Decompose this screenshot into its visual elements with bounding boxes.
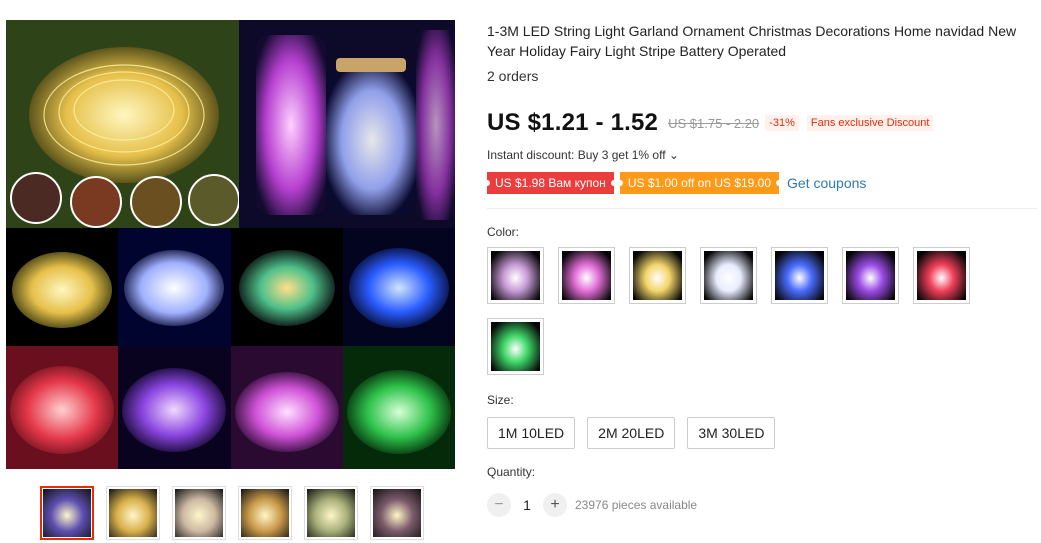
color-swatch-purple[interactable] [842,247,899,304]
thumbnail-image [373,489,421,537]
thumbnail-image [43,489,91,537]
swatch-image [562,251,611,300]
price-row: US $1.21 - 1.52 US $1.75 - 2.20 -31% Fan… [487,108,1037,138]
quantity-input[interactable]: 1 [511,497,543,513]
thumbnail-image [241,489,289,537]
size-options: 1M 10LED 2M 20LED 3M 30LED [487,417,1037,449]
thumbnail-image [175,489,223,537]
fans-discount-badge: Fans exclusive Discount [806,115,934,131]
thumbnail-strip [40,486,424,540]
coupon-row: US $1.98 Вам купон US $1.00 off on US $1… [484,172,1037,194]
quantity-decrease-button[interactable]: − [487,493,511,517]
thumb-jars[interactable] [238,486,292,540]
swatch-image [917,251,966,300]
size-option-1m[interactable]: 1M 10LED [487,417,576,449]
get-coupons-link[interactable]: Get coupons [787,175,866,191]
divider [487,208,1037,209]
size-label: Size: [487,393,514,407]
thumb-collage[interactable] [370,486,424,540]
product-info: 1-3M LED String Light Garland Ornament C… [484,20,1037,517]
product-photo-collage [6,20,455,469]
swatch-image [775,251,824,300]
color-swatch-white[interactable] [700,247,757,304]
product-main-image[interactable] [6,20,455,469]
thumbnail-image [109,489,157,537]
stock-available: 23976 pieces available [575,498,698,512]
thumb-warm-coil[interactable] [106,486,160,540]
instant-discount[interactable]: Instant discount: Buy 3 get 1% off ⌄ [487,147,1037,163]
swatch-image [704,251,753,300]
swatch-image [633,251,682,300]
chevron-down-icon: ⌄ [668,148,679,162]
current-price: US $1.21 - 1.52 [487,109,659,136]
swatch-image [846,251,895,300]
thumbnail-image [307,489,355,537]
color-swatch-red[interactable] [913,247,970,304]
coupon-store[interactable]: US $1.00 off on US $19.00 [616,172,783,194]
thumb-multicolor-grid[interactable] [40,486,94,540]
color-swatch-multicolor[interactable] [487,247,544,304]
discount-badge: -31% [765,115,799,131]
color-swatch-green[interactable] [487,318,544,375]
original-price: US $1.75 - 2.20 [668,115,760,131]
swatch-image [491,322,540,371]
size-option-3m[interactable]: 3M 30LED [687,417,776,449]
quantity-stepper: − 1 + 23976 pieces available [487,493,1037,517]
color-swatch-pink[interactable] [558,247,615,304]
product-title: 1-3M LED String Light Garland Ornament C… [487,23,1017,59]
color-swatch-warm-white[interactable] [629,247,686,304]
instant-discount-text: Instant discount: Buy 3 get 1% off [487,148,666,162]
quantity-label: Quantity: [487,465,536,479]
quantity-increase-button[interactable]: + [543,493,567,517]
color-label: Color: [487,225,520,239]
size-option-2m[interactable]: 2M 20LED [587,417,676,449]
thumb-green-coil[interactable] [304,486,358,540]
color-swatch-blue[interactable] [771,247,828,304]
swatch-image [491,251,540,300]
thumb-beige-dots[interactable] [172,486,226,540]
coupon-ruble[interactable]: US $1.98 Вам купон [484,172,617,194]
order-count[interactable]: 2 orders [487,67,1037,85]
color-swatches [487,247,977,375]
